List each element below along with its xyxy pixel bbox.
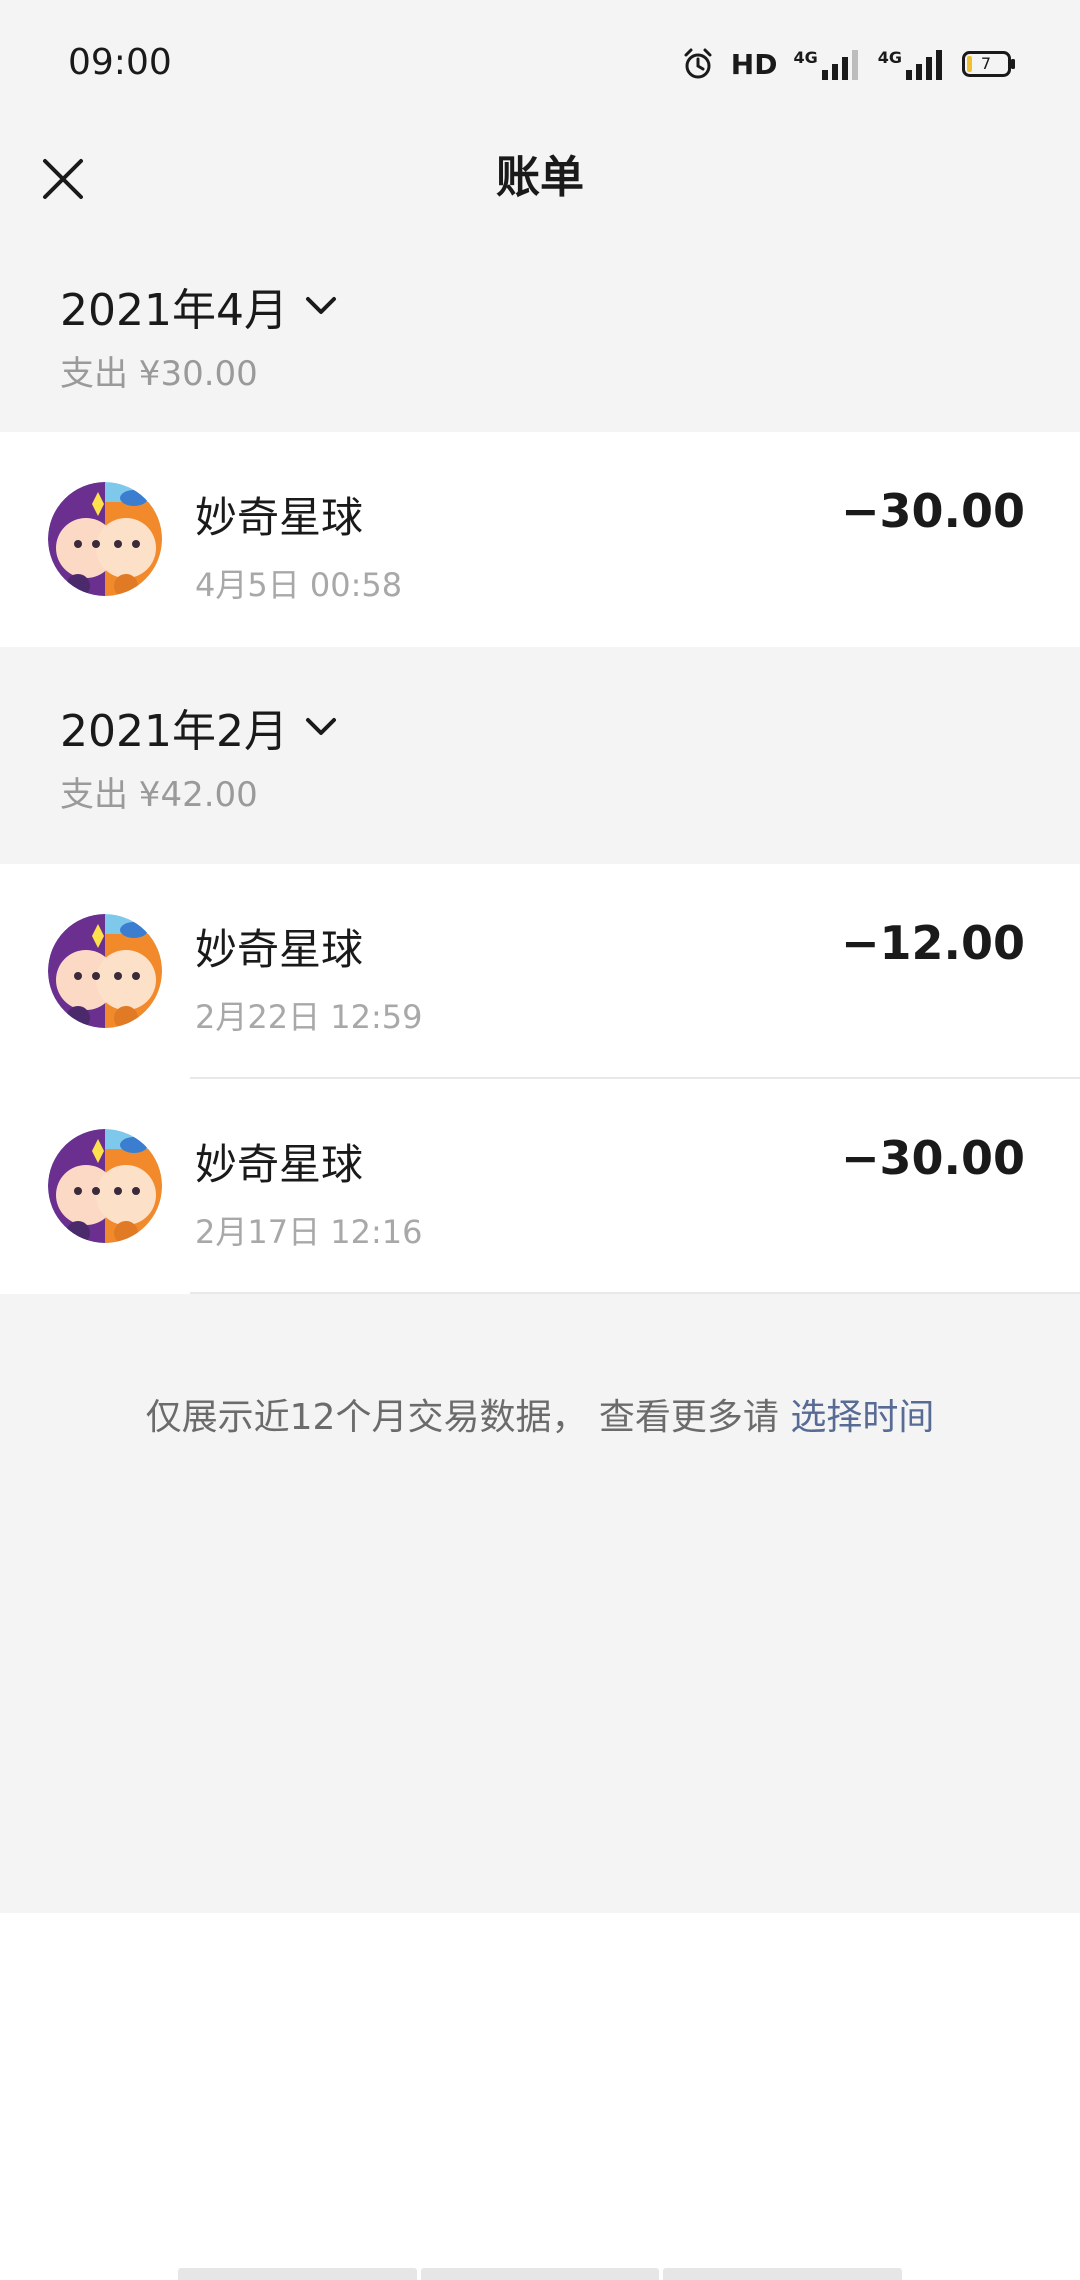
month-header-0: 2021年4月 支出 ¥30.00 bbox=[0, 226, 1080, 432]
month-picker-0[interactable]: 2021年4月 bbox=[60, 274, 338, 338]
merchant-name: 妙奇星球 bbox=[195, 1140, 364, 1189]
merchant-name: 妙奇星球 bbox=[195, 925, 364, 974]
transaction-amount: −30.00 bbox=[840, 484, 1025, 538]
transaction-amount: −12.00 bbox=[840, 916, 1025, 970]
bottom-handle-segment bbox=[178, 2268, 417, 2280]
merchant-avatar bbox=[48, 1129, 162, 1243]
status-icons: HD 4G 4G 7 bbox=[681, 44, 1016, 84]
chevron-down-icon bbox=[305, 718, 336, 735]
merchant-name: 妙奇星球 bbox=[195, 493, 364, 542]
page-title: 账单 bbox=[496, 152, 584, 203]
status-time: 09:00 bbox=[68, 42, 172, 83]
status-bar: 09:00 HD 4G 4G 7 bbox=[0, 0, 1080, 130]
footer-note: 仅展示近12个月交易数据， 查看更多请 选择时间 bbox=[0, 1388, 1080, 1440]
bottom-handle-segment bbox=[663, 2268, 903, 2280]
alarm-icon bbox=[681, 47, 715, 81]
nav-bar: 账单 bbox=[0, 130, 1080, 226]
month-title: 2021年2月 bbox=[60, 706, 288, 757]
signal-icon-2: 4G bbox=[878, 48, 946, 80]
transaction-amount: −30.00 bbox=[840, 1131, 1025, 1185]
month-header-1: 2021年2月 支出 ¥42.00 bbox=[0, 647, 1080, 853]
transaction-list-1: 妙奇星球 2月22日 12:59 −12.00 妙奇星球 2月17日 12:16… bbox=[0, 864, 1080, 1294]
footer-note-text: 仅展示近12个月交易数据， 查看更多请 bbox=[145, 1397, 791, 1438]
close-icon bbox=[43, 159, 83, 199]
battery-icon: 7 bbox=[962, 51, 1016, 77]
month-summary: 支出 ¥30.00 bbox=[60, 354, 258, 394]
transaction-time: 4月5日 00:58 bbox=[195, 566, 403, 604]
month-picker-1[interactable]: 2021年2月 bbox=[60, 695, 338, 759]
month-summary: 支出 ¥42.00 bbox=[60, 775, 258, 815]
battery-level: 7 bbox=[980, 54, 992, 73]
merchant-avatar bbox=[48, 914, 162, 1028]
close-button[interactable] bbox=[28, 144, 98, 214]
transaction-row[interactable]: 妙奇星球 4月5日 00:58 −30.00 bbox=[0, 432, 1080, 647]
chevron-down-icon bbox=[305, 297, 336, 314]
bottom-handle bbox=[178, 2268, 903, 2280]
merchant-avatar bbox=[48, 482, 162, 596]
bottom-handle-segment bbox=[420, 2268, 660, 2280]
hd-indicator: HD bbox=[730, 47, 778, 81]
transaction-row[interactable]: 妙奇星球 2月17日 12:16 −30.00 bbox=[0, 1079, 1080, 1294]
select-time-link[interactable]: 选择时间 bbox=[790, 1397, 934, 1438]
signal-icon-1: 4G bbox=[793, 48, 861, 80]
transaction-time: 2月17日 12:16 bbox=[195, 1213, 423, 1251]
transaction-time: 2月22日 12:59 bbox=[195, 998, 423, 1036]
month-title: 2021年4月 bbox=[60, 285, 288, 336]
transaction-row[interactable]: 妙奇星球 2月22日 12:59 −12.00 bbox=[0, 864, 1080, 1079]
row-divider bbox=[190, 1292, 1080, 1294]
transaction-list-0: 妙奇星球 4月5日 00:58 −30.00 bbox=[0, 432, 1080, 647]
